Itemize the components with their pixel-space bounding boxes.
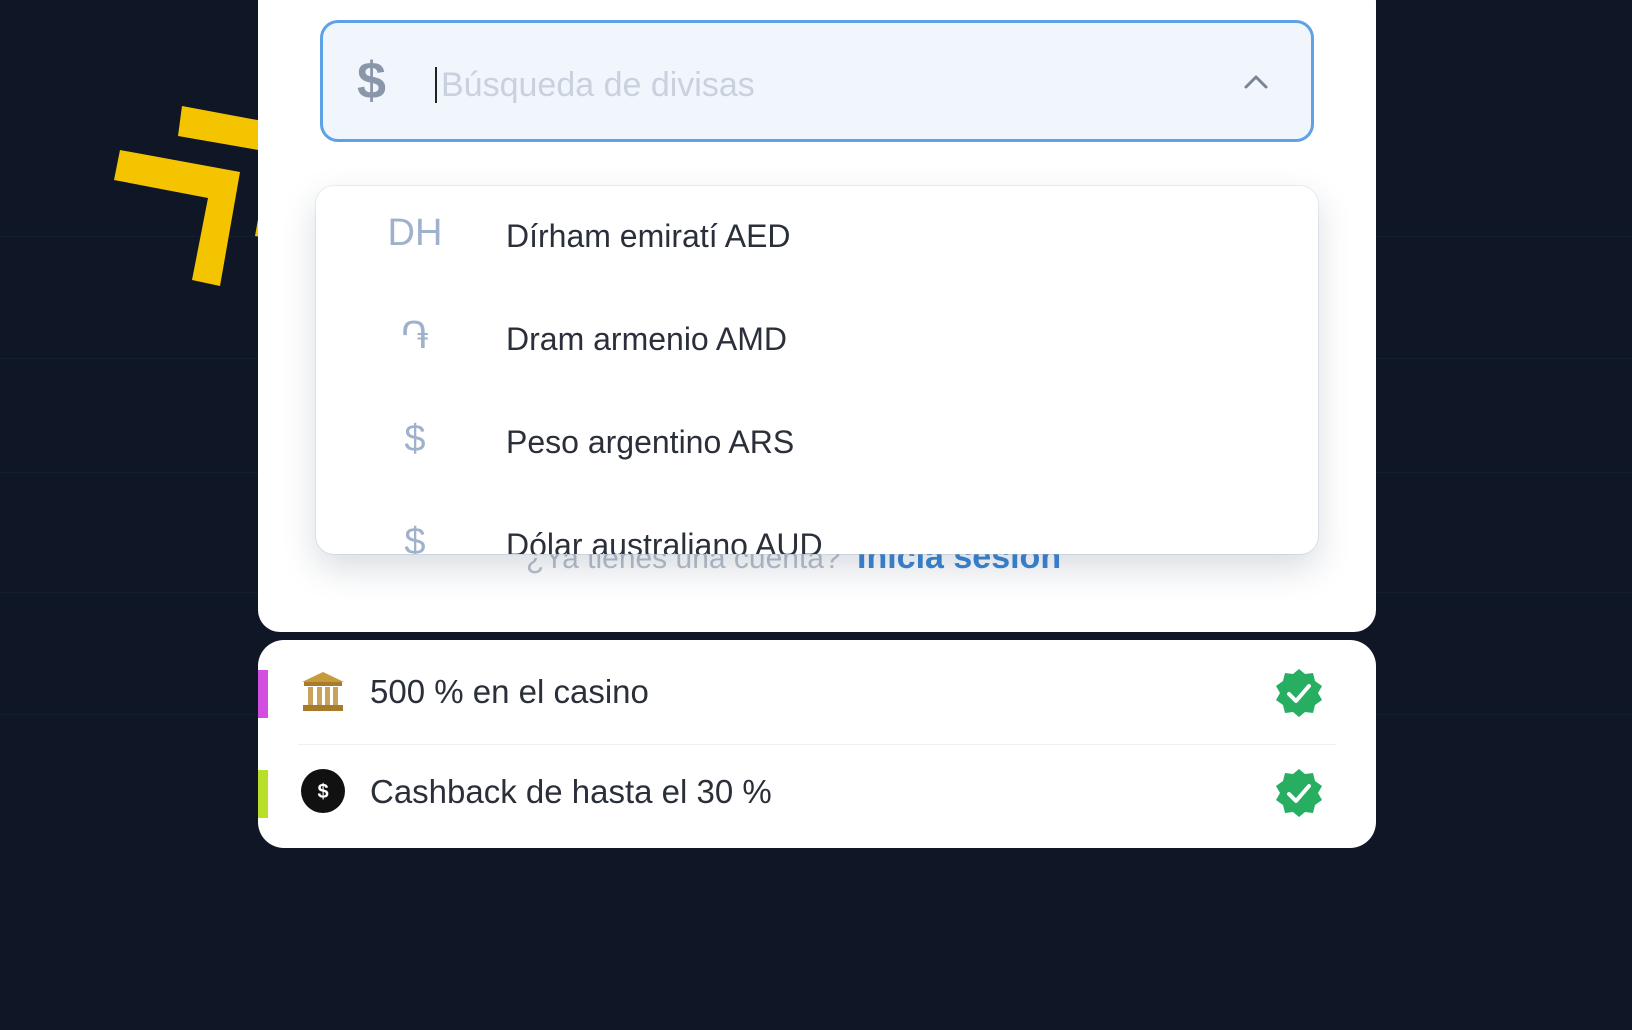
currency-option-label: Dírham emiratí AED	[506, 218, 791, 254]
currency-option-label: Dólar australiano AUD	[506, 527, 823, 554]
currency-dropdown: DH Dírham emiratí AED ֏ Dram armenio AMD…	[316, 186, 1318, 554]
cashback-icon: $	[301, 769, 345, 813]
currency-option-symbol: DH	[387, 212, 443, 254]
currency-option-ars[interactable]: $ Peso argentino ARS	[316, 392, 1318, 495]
currency-option-label: Dram armenio AMD	[506, 321, 787, 357]
currency-option-symbol: $	[404, 521, 426, 554]
casino-icon	[302, 672, 344, 711]
svg-text:$: $	[317, 781, 328, 803]
currency-option-aed[interactable]: DH Dírham emiratí AED	[316, 186, 1318, 289]
currency-option-symbol: $	[404, 418, 426, 460]
bonus-accent	[258, 670, 268, 718]
currency-option-symbol: ֏	[401, 315, 429, 357]
currency-option-label: Peso argentino ARS	[506, 424, 795, 460]
text-cursor	[435, 67, 437, 103]
currency-search-input[interactable]	[439, 61, 1203, 109]
bonus-accent	[258, 770, 268, 818]
currency-option-amd[interactable]: ֏ Dram armenio AMD	[316, 289, 1318, 392]
bonus-card: 500 % en el casino $ Cashback de hasta e…	[258, 640, 1376, 848]
currency-option-aud[interactable]: $ Dólar australiano AUD	[316, 495, 1318, 554]
bonus-row-casino[interactable]: 500 % en el casino	[258, 640, 1376, 740]
chevron-up-icon[interactable]	[1241, 67, 1271, 97]
currency-search-field[interactable]: $	[320, 20, 1314, 142]
bonus-label: Cashback de hasta el 30 %	[370, 773, 772, 810]
bonus-row-cashback[interactable]: $ Cashback de hasta el 30 %	[258, 740, 1376, 840]
currency-symbol: $	[357, 52, 386, 110]
check-badge-icon	[1276, 669, 1322, 717]
check-badge-icon	[1276, 769, 1322, 817]
bonus-label: 500 % en el casino	[370, 673, 649, 710]
